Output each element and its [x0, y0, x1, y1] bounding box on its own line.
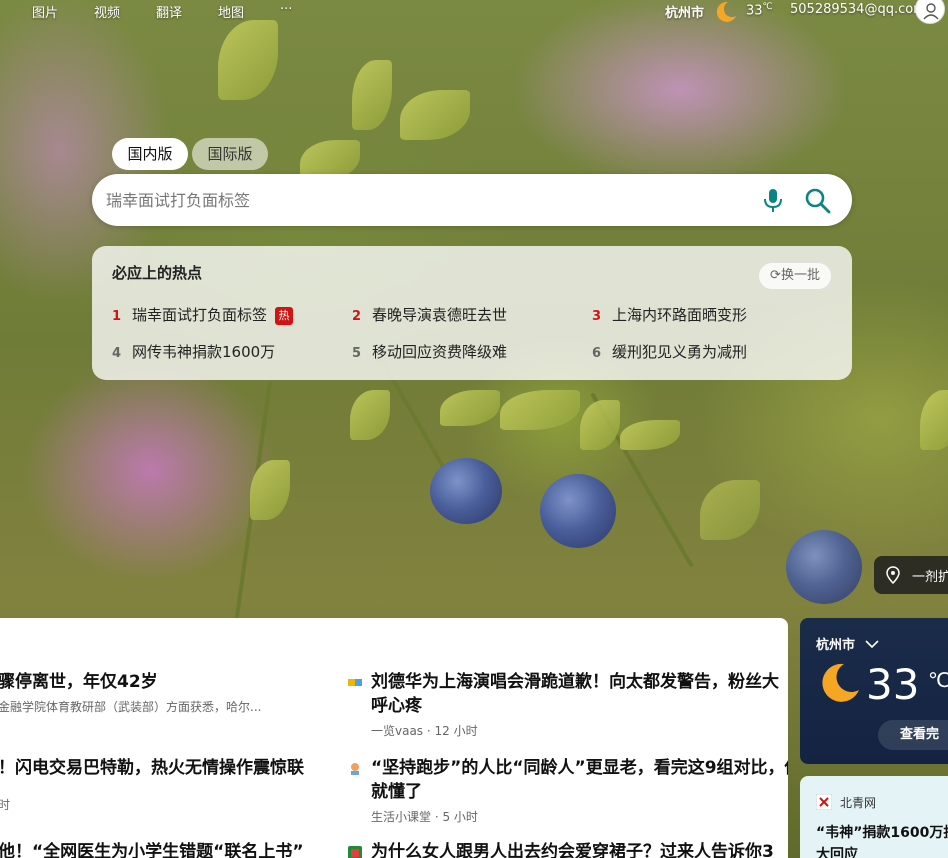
news-feed: 骤停离世，年仅42岁 金融学院体育教研部（武装部）方面获悉，哈尔... ！闪电交… — [0, 618, 788, 858]
news-headline: 为什么女人跟男人出去约会爱穿裙子？过来人告诉你3 — [371, 842, 774, 858]
hot-text: 网传韦神捐款1600万 — [132, 343, 276, 361]
side-news-headline: “韦神”捐款1600万抗洪大回应 — [816, 825, 948, 858]
weather-temperature: 33 — [866, 660, 920, 709]
nav-link-images[interactable]: 图片 — [32, 2, 58, 21]
weather-unit: ℃ — [928, 668, 948, 692]
news-card[interactable]: 为什么女人跟男人出去约会爱穿裙子？过来人告诉你3 — [371, 840, 774, 858]
hot-item[interactable]: 6 缓刑犯见义勇为减刑 — [592, 341, 747, 362]
weather-city[interactable]: 杭州市 — [816, 634, 880, 653]
news-headline-line1: “坚持跑步”的人比“同龄人”更显老，看完这9组对比，你 — [371, 758, 788, 778]
hot-rank: 4 — [112, 346, 122, 361]
news-meta: 一览vaas · 12 小时 — [371, 724, 478, 738]
source-logo-icon — [816, 794, 832, 810]
search-input[interactable] — [106, 186, 726, 214]
news-meta: 时 — [0, 798, 11, 812]
nav-more-button[interactable]: ··· — [280, 2, 292, 17]
news-headline-line2: 就懂了 — [371, 782, 422, 802]
hot-badge: 热 — [275, 307, 294, 325]
news-card[interactable]: 他！“全网医生为小学生错题“联名上书” — [0, 840, 304, 858]
hot-item[interactable]: 2 春晚导演袁德旺去世 — [352, 304, 507, 325]
weather-card[interactable]: 杭州市 33 ℃ 查看完 — [800, 618, 948, 764]
hot-text: 缓刑犯见义勇为减刑 — [612, 343, 748, 361]
topnav-city[interactable]: 杭州市 — [665, 2, 704, 21]
source-logo-icon — [348, 679, 362, 686]
hot-rank: 2 — [352, 309, 362, 324]
refresh-icon: ⟳ — [770, 268, 781, 283]
news-card[interactable]: ！闪电交易巴特勒，热火无情操作震惊联 时 — [0, 756, 304, 813]
news-headline: ！闪电交易巴特勒，热火无情操作震惊联 — [0, 758, 304, 778]
refresh-label: 换一批 — [780, 268, 820, 283]
hot-rank: 6 — [592, 346, 602, 361]
hot-rank: 3 — [592, 309, 602, 324]
avatar[interactable] — [915, 0, 945, 24]
source-logo-icon — [348, 846, 362, 858]
image-location-text: 一剂扩 — [912, 570, 948, 585]
hot-item[interactable]: 3 上海内环路面晒变形 — [592, 304, 747, 325]
side-news-card[interactable]: 北青网 “韦神”捐款1600万抗洪大回应 — [800, 776, 948, 858]
nav-link-maps[interactable]: 地图 — [218, 2, 244, 21]
news-headline: 骤停离世，年仅42岁 — [0, 672, 158, 692]
moon-icon — [716, 1, 736, 22]
image-location-button[interactable]: 一剂扩 — [874, 556, 948, 594]
hot-item[interactable]: 1 瑞幸面试打负面标签热 — [112, 304, 294, 325]
news-headline: 他！“全网医生为小学生错题“联名上书” — [0, 842, 304, 858]
topnav-temp-value: 33 — [746, 3, 763, 19]
news-card[interactable]: 刘德华为上海演唱会滑跪道歉！向太都发警告，粉丝大 呼心疼 一览vaas · 12… — [371, 670, 779, 739]
hot-text: 上海内环路面晒变形 — [612, 306, 748, 324]
refresh-button[interactable]: ⟳换一批 — [758, 262, 832, 290]
news-card[interactable]: “坚持跑步”的人比“同龄人”更显老，看完这9组对比，你 就懂了 生活小课堂 · … — [371, 756, 788, 825]
account-email[interactable]: 505289534@qq.com — [790, 2, 926, 17]
chevron-down-icon — [864, 640, 879, 649]
hot-item[interactable]: 4 网传韦神捐款1600万 — [112, 341, 275, 362]
moon-icon — [822, 663, 859, 702]
news-headline-line2: 呼心疼 — [371, 696, 422, 716]
search-icon[interactable] — [804, 187, 832, 215]
hot-text: 移动回应资费降级难 — [372, 343, 508, 361]
weather-city-label: 杭州市 — [816, 638, 856, 653]
news-card[interactable]: 骤停离世，年仅42岁 金融学院体育教研部（武装部）方面获悉，哈尔... — [0, 670, 261, 715]
hot-text: 瑞幸面试打负面标签 — [132, 306, 268, 324]
hot-topics-panel: 必应上的热点 ⟳换一批 1 瑞幸面试打负面标签热 2 春晚导演袁德旺去世 3 上海内环… — [92, 246, 852, 380]
hot-rank: 1 — [112, 309, 122, 324]
top-nav: 图片 视频 翻译 地图 ··· 杭州市 33℃ 505289534@qq.com — [0, 0, 948, 24]
hot-text: 春晚导演袁德旺去世 — [372, 306, 508, 324]
tab-domestic[interactable]: 国内版 — [112, 138, 188, 170]
search-box — [92, 174, 852, 226]
nav-link-translate[interactable]: 翻译 — [156, 2, 182, 21]
user-icon — [923, 3, 939, 20]
hot-item[interactable]: 5 移动回应资费降级难 — [352, 341, 507, 362]
news-snippet: 金融学院体育教研部（武装部）方面获悉，哈尔... — [0, 700, 262, 714]
microphone-icon[interactable] — [762, 187, 784, 213]
topnav-temperature[interactable]: 33℃ — [746, 2, 773, 18]
location-pin-icon — [886, 566, 900, 584]
nav-link-videos[interactable]: 视频 — [94, 2, 120, 21]
topnav-temp-unit: ℃ — [762, 2, 773, 12]
side-news-source: 北青网 — [840, 796, 877, 810]
news-meta: 生活小课堂 · 5 小时 — [371, 810, 478, 824]
hot-topics-title: 必应上的热点 — [112, 264, 203, 282]
tab-international[interactable]: 国际版 — [192, 138, 268, 170]
source-logo-icon — [351, 763, 359, 775]
news-headline-line1: 刘德华为上海演唱会滑跪道歉！向太都发警告，粉丝大 — [371, 672, 779, 692]
hot-rank: 5 — [352, 346, 362, 361]
weather-more-button[interactable]: 查看完 — [878, 720, 948, 750]
